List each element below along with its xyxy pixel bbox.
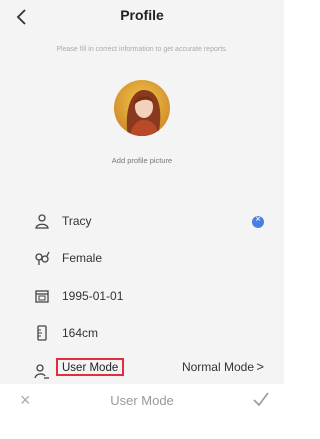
name-value: Tracy: [62, 214, 92, 228]
user-mode-row[interactable]: User Mode Normal Mode >: [0, 356, 284, 386]
birthday-value: 1995-01-01: [62, 289, 124, 303]
gender-value: Female: [62, 251, 103, 265]
page-title: Profile: [120, 7, 164, 23]
clear-icon[interactable]: ×: [252, 214, 264, 228]
profile-screen: Profile Please fill in correct informati…: [0, 0, 284, 439]
height-row[interactable]: 164cm: [0, 318, 284, 348]
avatar-image: [114, 80, 170, 136]
name-row[interactable]: Tracy ×: [0, 206, 284, 236]
header: Profile: [0, 0, 284, 36]
info-hint: Please fill in correct information to ge…: [56, 46, 228, 53]
add-profile-picture-label[interactable]: Add profile picture: [0, 156, 284, 165]
checkmark-icon[interactable]: [252, 390, 270, 408]
user-mode-value: Normal Mode: [181, 360, 254, 374]
user-mode-sheet: × User Mode: [0, 384, 284, 439]
gender-icon: [35, 251, 50, 265]
profile-page: Profile Please fill in correct informati…: [0, 0, 284, 384]
avatar[interactable]: [114, 80, 170, 136]
user-mode-label[interactable]: User Mode: [56, 358, 125, 376]
user-mode-icon: [34, 364, 49, 379]
birthday-row[interactable]: 1995-01-01: [0, 281, 284, 311]
calendar-icon: [35, 290, 49, 303]
height-ruler-icon: [37, 325, 47, 341]
sheet-title: User Mode: [110, 393, 174, 408]
gender-row[interactable]: Female: [0, 243, 284, 273]
height-value: 164cm: [62, 326, 99, 340]
person-icon: [35, 214, 49, 229]
chevron-right-icon: >: [256, 359, 264, 374]
